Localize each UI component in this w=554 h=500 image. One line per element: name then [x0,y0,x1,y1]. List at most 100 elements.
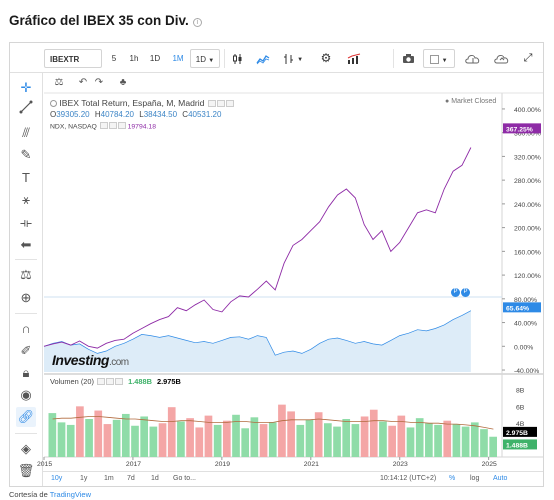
market-status-text: Market Closed [451,98,497,105]
volume-bar [158,423,167,457]
volume-bar [149,426,158,457]
chart-widget: IBEXTR 5 1h 1D 1M 1D ▼ ▼ ⚙ ▼ ⤢ ⚖ ↶ ↷ ♣ ✛… [9,42,544,487]
ndx-label: NDX, NASDAQ [50,123,97,131]
percent-scale-toggle[interactable]: % [449,475,455,482]
goto-date-button[interactable]: Go to... [173,475,196,482]
price-tick-label: 240.00% [514,202,541,209]
volume-bar [489,436,497,457]
volume-bar [112,419,121,457]
volume-bar [177,421,185,457]
volume-bar [443,420,452,457]
price-tick-label: 280.00% [514,178,541,185]
auto-scale-toggle[interactable]: Auto [493,475,507,482]
ndx-price-badge-label: 367.25% [506,126,533,133]
page-title: Gráfico del IBEX 35 con Div. i [9,13,202,28]
volume-bar [369,409,378,457]
range-1y-button[interactable]: 1y [80,475,87,482]
market-status: ● Market Closed [445,98,497,105]
volume-bar [388,425,396,457]
volume-ma-value: 2.975B [157,377,181,386]
time-tick-label: 2019 [215,461,230,468]
volume-bar [351,424,360,457]
volume-bar [103,424,112,457]
price-tick-label: 0.00% [514,344,533,351]
clock-time: 10:14:12 (UTC+2) [380,475,437,482]
close-value: 40531.20 [188,110,222,119]
flag-marker-2[interactable]: P [461,288,470,297]
time-tick-label: 2021 [304,461,319,468]
flag-marker-1[interactable]: P [451,288,460,297]
volume-bar [131,425,139,457]
volume-bar [66,424,75,457]
range-10y-button[interactable]: 10y [51,475,62,482]
open-value: 39305.20 [56,110,90,119]
page-title-text: Gráfico del IBEX 35 con Div. [9,13,189,28]
price-tick-label: 120.00% [514,273,541,280]
legend-settings-buttons[interactable] [207,99,234,109]
credit-prefix: Cortesía de [9,490,48,499]
volume-bar [452,424,461,457]
volume-bar [241,428,250,457]
ndx-settings-buttons[interactable] [99,122,126,131]
volume-bar [76,406,84,457]
time-tick-label: 2015 [37,461,52,468]
volume-bar [94,410,103,457]
bottom-range-bar: 10y 1y 1m 7d 1d Go to... 10:14:12 (UTC+2… [43,471,543,486]
volume-bar [415,418,424,457]
volume-bar [425,423,433,457]
price-tick-label: 160.00% [514,249,541,256]
investing-watermark: Investing.com [52,352,129,368]
volume-label: Volumen (20) [50,377,94,386]
price-tick-label: 320.00% [514,154,541,161]
info-icon[interactable]: i [192,18,202,27]
main-series-title: IBEX Total Return, España, M, Madrid [59,98,205,108]
legend-circle-icon [50,100,57,107]
volume-value: 1.488B [128,377,152,386]
volume-bar [195,427,204,457]
volume-bar [461,426,470,457]
volume-bar [140,416,149,457]
volume-settings-buttons[interactable] [96,377,124,387]
credit-line: Cortesía de TradingView [9,490,91,499]
high-value: 40784.20 [100,110,134,119]
low-value: 38434.50 [143,110,178,119]
volume-ma-badge-label: 2.975B [506,430,528,437]
volume-bar [85,419,93,457]
ibex-price-badge-label: 65.64% [506,305,529,312]
time-tick-label: 2023 [393,461,408,468]
volume-tick-label: 6B [516,404,525,411]
range-1m-button[interactable]: 1m [104,475,114,482]
range-7d-button[interactable]: 7d [127,475,135,482]
volume-legend: Volumen (20) 1.488B 2.975B [50,377,181,387]
volume-bar [167,407,176,457]
ndx-series-line [43,147,472,349]
main-series-legend: IBEX Total Return, España, M, Madrid [50,98,234,109]
time-tick-label: 2017 [126,461,141,468]
volume-bar [379,421,387,457]
volume-bar [278,404,286,457]
volume-bar [296,424,305,457]
volume-bar [406,427,415,457]
range-1d-button[interactable]: 1d [151,475,159,482]
volume-bar [250,417,259,457]
ohlc-legend: O39305.20 H40784.20 L38434.50 C40531.20 [50,110,221,119]
tradingview-link[interactable]: TradingView [50,490,91,499]
time-tick-label: 2025 [482,461,497,468]
volume-bar [324,423,332,457]
volume-bar [287,411,295,457]
watermark-brand: Investing [52,352,109,368]
volume-badge-label: 1.488B [506,442,528,449]
volume-bar [480,429,488,457]
ndx-legend: NDX, NASDAQ 19794.18 [50,122,156,131]
volume-bar [333,426,341,457]
volume-bar [57,422,66,457]
volume-bar [305,419,314,457]
price-tick-label: 400.00% [514,107,541,114]
watermark-suffix: .com [108,357,129,368]
volume-bar [222,420,231,457]
volume-bar [48,413,57,457]
volume-bar [186,418,194,457]
volume-bar [360,416,369,457]
log-scale-toggle[interactable]: log [470,475,479,482]
volume-bar [213,424,222,457]
